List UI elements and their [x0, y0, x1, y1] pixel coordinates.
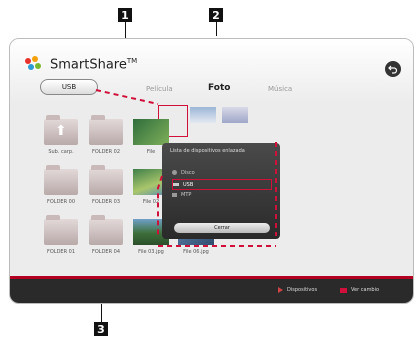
bottom-bar: Dispositivos Ver cambio: [10, 276, 413, 303]
callout-3: 3: [94, 322, 108, 336]
grid-item-folder-03[interactable]: FOLDER 03: [86, 165, 126, 205]
folder-icon: [44, 165, 78, 195]
callout-2: 2: [209, 8, 223, 22]
folder-icon: [89, 215, 123, 245]
devices-hint[interactable]: Dispositivos: [278, 287, 317, 293]
mtp-icon: [172, 192, 177, 197]
tv-screen: SmartShareTM USB Película Foto Música ⬆ …: [9, 38, 414, 304]
grid-item-label: FOLDER 02: [91, 149, 121, 155]
callout-2-line: [216, 22, 217, 36]
grid-item-label: Sub. carp.: [48, 149, 74, 155]
red-button-icon: [340, 287, 347, 293]
grid-item-label: FOLDER 04: [91, 249, 121, 255]
tab-pelicula[interactable]: Película: [146, 85, 173, 93]
change-view-hint[interactable]: Ver cambio: [340, 287, 379, 293]
grid-item-label: FOLDER 03: [91, 199, 121, 205]
disc-icon: [172, 170, 177, 175]
play-arrow-icon: [278, 287, 283, 293]
grid-item-folder-02[interactable]: FOLDER 02: [86, 115, 126, 155]
grid-item-label: File 03.jpg: [138, 249, 164, 255]
folder-icon: [89, 115, 123, 145]
callout-1: 1: [118, 8, 132, 22]
category-tabs: Película Foto Música: [136, 75, 306, 97]
close-button[interactable]: Cerrar: [174, 223, 270, 233]
grid-item-folder-01[interactable]: FOLDER 01: [41, 215, 81, 255]
app-title-text: SmartShare: [50, 57, 127, 73]
app-title: SmartShareTM: [50, 57, 137, 72]
photo-thumbnail[interactable]: [190, 107, 216, 123]
folder-icon: [44, 215, 78, 245]
dialog-title: Lista de dispositivos enlazada: [170, 148, 245, 154]
usb-icon: [173, 183, 179, 186]
return-arrow-icon[interactable]: [385, 61, 401, 77]
device-list-dialog: Lista de dispositivos enlazada Disco USB…: [162, 143, 280, 239]
grid-item-folder-04[interactable]: FOLDER 04: [86, 215, 126, 255]
grid-item-label: File 06.jpg: [183, 249, 209, 255]
device-item-label: USB: [183, 181, 194, 188]
device-select-button[interactable]: USB: [40, 79, 98, 95]
device-item-label: Disco: [181, 169, 195, 176]
folder-icon: [89, 165, 123, 195]
grid-item-label: FOLDER 01: [46, 249, 76, 255]
photo-thumbnail: [133, 119, 169, 145]
device-item-label: MTP: [181, 191, 192, 198]
up-folder-icon: ⬆: [44, 115, 78, 145]
photo-thumbnail[interactable]: [222, 107, 248, 123]
devices-label: Dispositivos: [287, 287, 318, 293]
grid-item-folder-00[interactable]: FOLDER 00: [41, 165, 81, 205]
tab-foto[interactable]: Foto: [208, 83, 230, 93]
device-item-disco[interactable]: Disco: [172, 168, 270, 177]
trademark: TM: [126, 57, 138, 65]
grid-item-label: FOLDER 00: [46, 199, 76, 205]
grid-item-sub-folder[interactable]: ⬆ Sub. carp.: [41, 115, 81, 155]
smartshare-logo-icon: [25, 56, 41, 70]
tab-musica[interactable]: Música: [268, 85, 292, 93]
change-view-label: Ver cambio: [351, 287, 380, 293]
device-item-mtp[interactable]: MTP: [172, 190, 270, 199]
device-item-usb[interactable]: USB: [172, 179, 272, 190]
